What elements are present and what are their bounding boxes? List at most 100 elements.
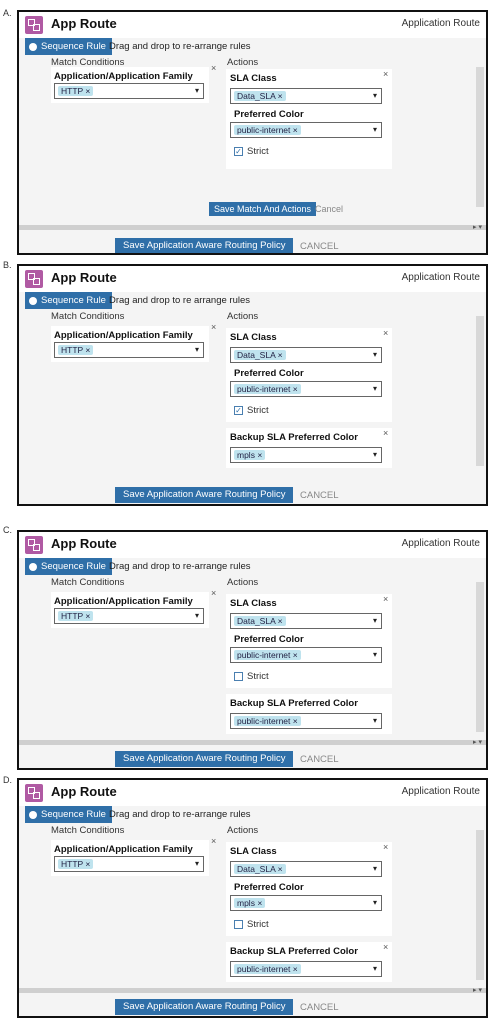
chevron-down-icon[interactable]: ▾ — [373, 91, 377, 100]
strict-checkbox[interactable]: ✓ — [234, 147, 243, 156]
sla-chip[interactable]: Data_SLA × — [234, 350, 286, 360]
vertical-scrollbar[interactable] — [476, 582, 484, 732]
application-select[interactable]: HTTP × ▾ — [54, 856, 204, 872]
backup-chip[interactable]: public-internet × — [234, 964, 301, 974]
horizontal-scrollbar[interactable] — [19, 225, 486, 230]
chevron-down-icon[interactable]: ▾ — [373, 616, 377, 625]
color-chip[interactable]: public-internet × — [234, 125, 301, 135]
chevron-down-icon[interactable]: ▾ — [373, 384, 377, 393]
preferred-color-select[interactable]: public-internet × ▾ — [230, 122, 382, 138]
sla-chip[interactable]: Data_SLA × — [234, 616, 286, 626]
backup-chip[interactable]: public-internet × — [234, 716, 301, 726]
strict-checkbox[interactable] — [234, 920, 243, 929]
sequence-rule-button[interactable]: Sequence Rule — [25, 806, 112, 823]
close-icon[interactable]: × — [383, 328, 388, 338]
cancel-button[interactable]: CANCEL — [300, 241, 339, 252]
backup-label: Backup SLA Preferred Color — [230, 432, 358, 443]
close-icon[interactable]: × — [211, 836, 216, 846]
chevron-down-icon[interactable]: ▾ — [195, 859, 199, 868]
match-condition-box: Application/Application Family List × HT… — [51, 63, 216, 103]
horizontal-scrollbar[interactable] — [19, 740, 486, 745]
http-chip[interactable]: HTTP × — [58, 859, 94, 869]
backup-chip[interactable]: mpls × — [234, 450, 266, 460]
sla-class-select[interactable]: Data_SLA × ▾ — [230, 347, 382, 363]
sla-class-select[interactable]: Data_SLA × ▾ — [230, 613, 382, 629]
save-policy-button[interactable]: Save Application Aware Routing Policy — [115, 487, 294, 503]
scroll-arrows-icon[interactable]: ▸ ▾ — [473, 738, 482, 746]
sla-chip[interactable]: Data_SLA × — [234, 864, 286, 874]
close-icon[interactable]: × — [211, 322, 216, 332]
sla-class-label: SLA Class — [230, 73, 277, 84]
close-icon[interactable]: × — [383, 842, 388, 852]
backup-color-select[interactable]: public-internet × ▾ — [230, 961, 382, 977]
circle-icon — [29, 810, 37, 819]
sla-chip[interactable]: Data_SLA × — [234, 91, 286, 101]
horizontal-scrollbar[interactable] — [19, 988, 486, 993]
chevron-down-icon[interactable]: ▾ — [373, 350, 377, 359]
chevron-down-icon[interactable]: ▾ — [195, 611, 199, 620]
strict-checkbox[interactable]: ✓ — [234, 406, 243, 415]
application-select[interactable]: HTTP × ▾ — [54, 342, 204, 358]
close-icon[interactable]: × — [211, 63, 216, 73]
chevron-down-icon[interactable]: ▾ — [373, 864, 377, 873]
sequence-rule-label: Sequence Rule — [41, 561, 106, 572]
actions-header: Actions — [227, 825, 259, 836]
drag-hint: Drag and drop to re-arrange rules — [109, 809, 251, 820]
scroll-arrows-icon[interactable]: ▸ ▾ — [473, 986, 482, 994]
chevron-down-icon[interactable]: ▾ — [195, 86, 199, 95]
http-chip[interactable]: HTTP × — [58, 86, 94, 96]
title-bar: App Route Application Route — [19, 532, 486, 558]
vertical-scrollbar[interactable] — [476, 830, 484, 980]
color-chip[interactable]: mpls × — [234, 898, 266, 908]
close-icon[interactable]: × — [383, 69, 388, 79]
preferred-color-select[interactable]: mpls × ▾ — [230, 895, 382, 911]
match-condition-box: Application/Application Family List × HT… — [51, 322, 216, 362]
sequence-rule-button[interactable]: Sequence Rule — [25, 38, 112, 55]
close-icon[interactable]: × — [383, 594, 388, 604]
close-icon[interactable]: × — [383, 428, 388, 438]
preferred-color-select[interactable]: public-internet × ▾ — [230, 381, 382, 397]
scroll-arrows-icon[interactable]: ▸ ▾ — [473, 223, 482, 231]
save-policy-button[interactable]: Save Application Aware Routing Policy — [115, 999, 294, 1015]
sequence-rule-button[interactable]: Sequence Rule — [25, 292, 112, 309]
cancel-button[interactable]: CANCEL — [300, 490, 339, 501]
color-chip[interactable]: public-internet × — [234, 384, 301, 394]
chevron-down-icon[interactable]: ▾ — [373, 125, 377, 134]
backup-color-select[interactable]: mpls × ▾ — [230, 447, 382, 463]
match-conditions-header: Match Conditions — [51, 311, 125, 322]
strict-checkbox[interactable] — [234, 672, 243, 681]
application-select[interactable]: HTTP × ▾ — [54, 608, 204, 624]
http-chip[interactable]: HTTP × — [58, 611, 94, 621]
save-policy-button[interactable]: Save Application Aware Routing Policy — [115, 238, 294, 253]
cancel-link[interactable]: Cancel — [315, 204, 343, 214]
breadcrumb: Application Route — [401, 18, 480, 29]
preferred-color-label: Preferred Color — [234, 882, 304, 893]
preferred-color-label: Preferred Color — [234, 109, 304, 120]
vertical-scrollbar[interactable] — [476, 316, 484, 466]
http-chip[interactable]: HTTP × — [58, 345, 94, 355]
application-select[interactable]: HTTP × ▾ — [54, 83, 204, 99]
vertical-scrollbar[interactable] — [476, 67, 484, 207]
chevron-down-icon[interactable]: ▾ — [373, 450, 377, 459]
chevron-down-icon[interactable]: ▾ — [373, 716, 377, 725]
backup-color-select[interactable]: public-internet × ▾ — [230, 713, 382, 729]
preferred-color-select[interactable]: public-internet × ▾ — [230, 647, 382, 663]
match-conditions-header: Match Conditions — [51, 577, 125, 588]
save-match-button[interactable]: Save Match And Actions — [209, 202, 317, 216]
cancel-button[interactable]: CANCEL — [300, 754, 339, 765]
sla-class-select[interactable]: Data_SLA × ▾ — [230, 88, 382, 104]
chevron-down-icon[interactable]: ▾ — [195, 345, 199, 354]
chevron-down-icon[interactable]: ▾ — [373, 898, 377, 907]
cancel-button[interactable]: CANCEL — [300, 1002, 339, 1013]
chevron-down-icon[interactable]: ▾ — [373, 964, 377, 973]
sequence-rule-button[interactable]: Sequence Rule — [25, 558, 112, 575]
save-policy-button[interactable]: Save Application Aware Routing Policy — [115, 751, 294, 767]
backup-action-box: Backup SLA Preferred Color public-intern… — [226, 694, 392, 734]
sla-class-select[interactable]: Data_SLA × ▾ — [230, 861, 382, 877]
color-chip[interactable]: public-internet × — [234, 650, 301, 660]
close-icon[interactable]: × — [383, 942, 388, 952]
chevron-down-icon[interactable]: ▾ — [373, 650, 377, 659]
close-icon[interactable]: × — [211, 588, 216, 598]
sequence-rule-label: Sequence Rule — [41, 295, 106, 306]
sequence-rule-label: Sequence Rule — [41, 41, 106, 52]
